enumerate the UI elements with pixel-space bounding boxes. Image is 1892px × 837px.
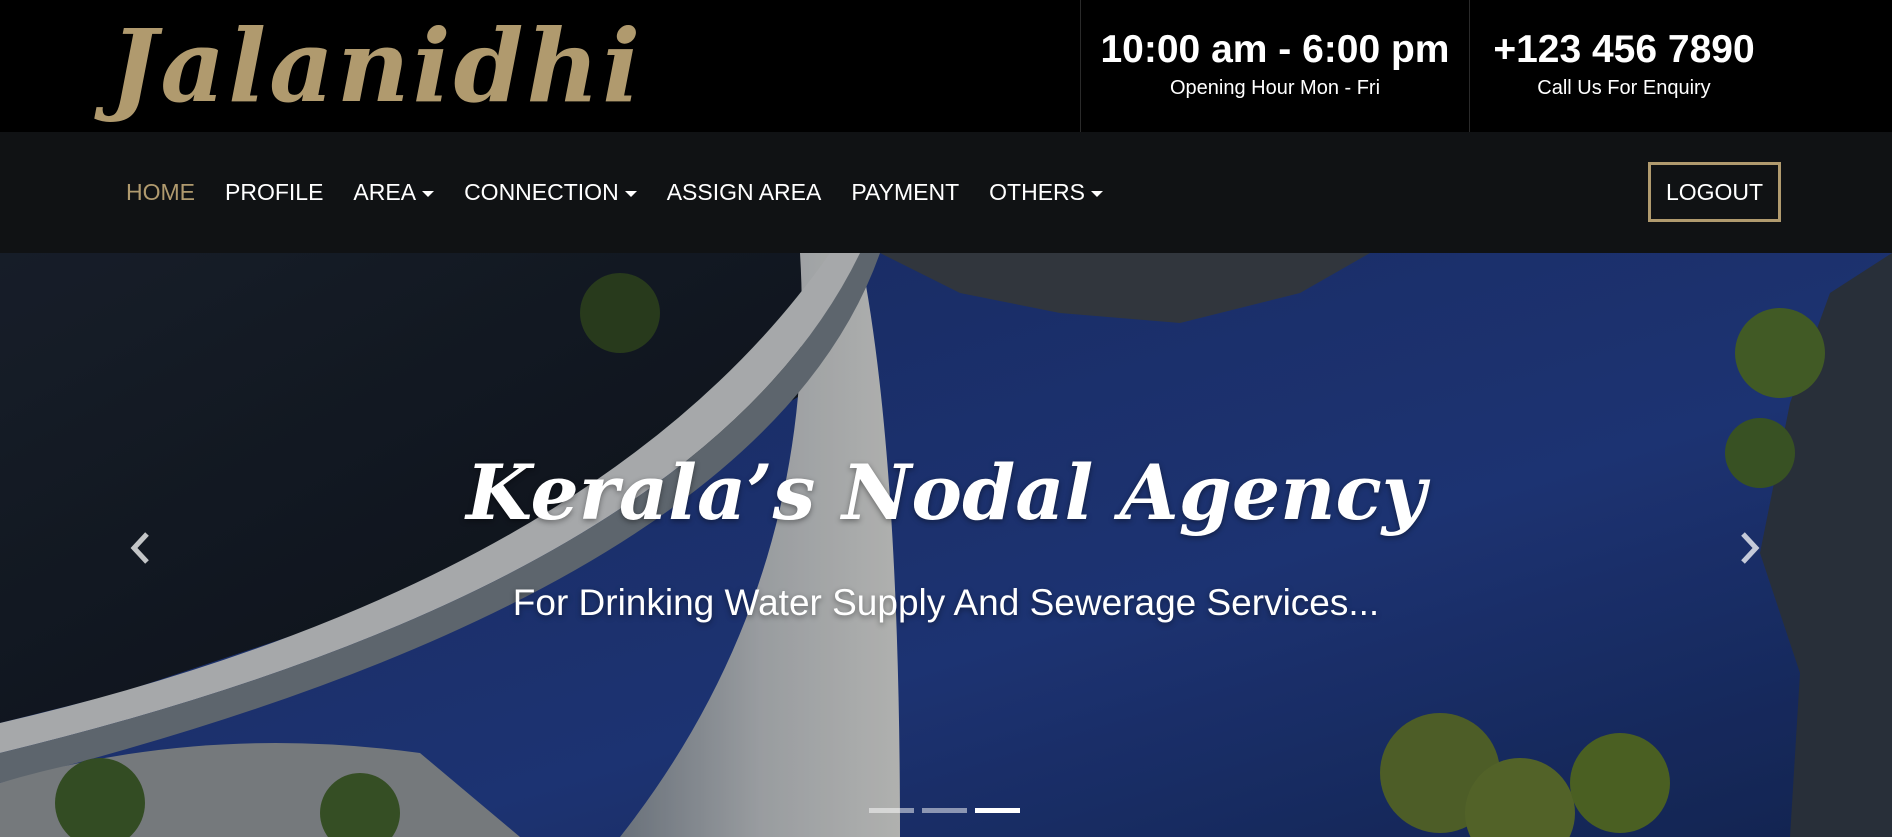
nav-item-label: HOME: [126, 179, 195, 205]
carousel-prev-button[interactable]: [110, 518, 170, 578]
hero-carousel: Kerala’s Nodal Agency For Drinking Water…: [0, 253, 1892, 837]
phone-block: +123 456 7890 Call Us For Enquiry: [1468, 0, 1780, 132]
brand-logo[interactable]: Jalanidhi: [110, 6, 643, 126]
nav-item-home[interactable]: HOME: [126, 179, 195, 206]
logout-button[interactable]: LOGOUT: [1648, 162, 1781, 222]
top-header: Jalanidhi 10:00 am - 6:00 pm Opening Hou…: [0, 0, 1892, 132]
nav-item-connection[interactable]: CONNECTION: [464, 179, 637, 206]
main-navbar: HOME PROFILE AREA CONNECTION ASSIGN AREA…: [0, 132, 1892, 253]
opening-hours-time: 10:00 am - 6:00 pm: [1100, 28, 1450, 71]
hero-overlay: [0, 253, 1892, 837]
carousel-indicator-3[interactable]: [975, 808, 1020, 813]
nav-item-label: AREA: [353, 179, 417, 205]
opening-hours-block: 10:00 am - 6:00 pm Opening Hour Mon - Fr…: [1080, 0, 1470, 132]
hero-subtitle: For Drinking Water Supply And Sewerage S…: [512, 582, 1380, 623]
caret-down-icon: [422, 190, 435, 197]
nav-item-payment[interactable]: PAYMENT: [851, 179, 959, 206]
nav-item-label: PROFILE: [225, 179, 324, 205]
caret-down-icon: [1090, 190, 1103, 197]
nav-item-label: OTHERS: [989, 179, 1085, 205]
chevron-left-icon: [130, 532, 149, 564]
caret-down-icon: [624, 190, 637, 197]
opening-hours-label: Opening Hour Mon - Fri: [1169, 77, 1381, 99]
carousel-indicators: [869, 808, 1028, 813]
phone-number: +123 456 7890: [1493, 28, 1755, 71]
nav-item-profile[interactable]: PROFILE: [225, 179, 323, 206]
carousel-next-button[interactable]: [1720, 518, 1780, 578]
nav-item-label: CONNECTION: [464, 179, 619, 205]
hero-title: Kerala’s Nodal Agency: [466, 448, 1426, 537]
nav-item-label: ASSIGN AREA: [666, 179, 822, 205]
phone-label: Call Us For Enquiry: [1537, 77, 1711, 99]
nav-item-label: PAYMENT: [851, 179, 960, 205]
nav-menu: HOME PROFILE AREA CONNECTION ASSIGN AREA…: [126, 132, 1133, 253]
chevron-right-icon: [1741, 532, 1760, 564]
nav-item-assign-area[interactable]: ASSIGN AREA: [667, 179, 822, 206]
carousel-indicator-2[interactable]: [922, 808, 967, 813]
nav-item-others[interactable]: OTHERS: [989, 179, 1103, 206]
nav-item-area[interactable]: AREA: [353, 179, 435, 206]
carousel-indicator-1[interactable]: [869, 808, 914, 813]
